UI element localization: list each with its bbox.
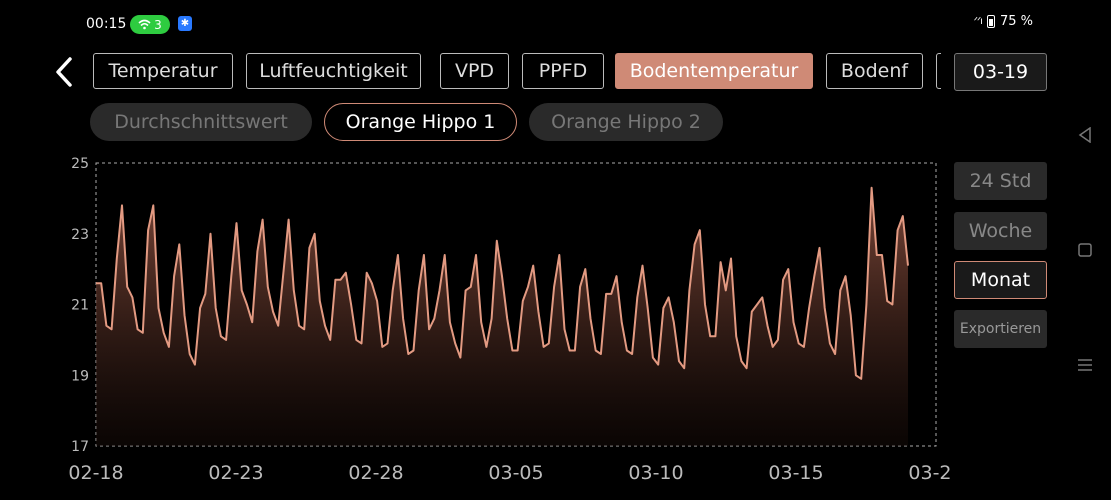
right-status: ᐟᐟı 75 %: [974, 14, 1033, 29]
nav-back-button[interactable]: [1072, 122, 1098, 148]
date-picker-button[interactable]: 03-19: [954, 53, 1047, 91]
tab-luftfeuchtigkeit[interactable]: Luftfeuchtigkeit: [246, 53, 421, 89]
sensor-orange-hippo-1[interactable]: Orange Hippo 1: [324, 103, 517, 141]
tab-next-partial[interactable]: [936, 53, 941, 89]
tab-vpd[interactable]: VPD: [440, 53, 509, 89]
back-button[interactable]: [48, 54, 80, 90]
status-bar: 00:15 3 ✱ ᐟᐟı 75 %: [0, 0, 1111, 48]
tab-temperatur[interactable]: Temperatur: [93, 53, 233, 89]
soil-temperature-chart: 25 23 21 19 17 02-18 02-23 02-28 03-05 03-10 03-1…: [68, 156, 950, 484]
x-axis-ticks: 02-18 02-23 02-28 03-05 03-10 03-15 03-20: [68, 462, 950, 484]
nav-home-button[interactable]: [1072, 237, 1098, 263]
status-time: 00:15: [86, 16, 127, 32]
x-tick-label: 02-23: [208, 462, 263, 484]
export-button[interactable]: Exportieren: [954, 310, 1047, 348]
tab-bodenfeuchtigkeit[interactable]: Bodenf: [826, 53, 923, 89]
chevron-left-icon: [56, 57, 72, 87]
hotspot-badge: 3: [130, 15, 170, 34]
metric-tabs: Temperatur Luftfeuchtigkeit VPD PPFD Bod…: [93, 53, 941, 91]
nav-menu-button[interactable]: [1072, 352, 1098, 378]
battery-level: 75 %: [999, 14, 1033, 29]
menu-icon: [1078, 359, 1092, 371]
hotspot-count: 3: [154, 17, 162, 32]
tab-bodentemperatur[interactable]: Bodentemperatur: [615, 53, 813, 89]
battery-icon: [986, 15, 995, 28]
signal-icon: ᐟᐟı: [973, 16, 983, 27]
x-tick-label: 03-20: [908, 462, 950, 484]
y-axis-ticks: 25 23 21 19 17: [71, 156, 89, 455]
y-tick-label: 17: [71, 439, 89, 455]
range-24h-button[interactable]: 24 Std: [954, 162, 1047, 200]
square-icon: [1078, 243, 1092, 257]
bluetooth-icon: ✱: [178, 16, 192, 31]
x-tick-label: 02-28: [348, 462, 403, 484]
wifi-icon: [138, 19, 151, 30]
system-nav-bar: [1072, 120, 1098, 380]
x-tick-label: 02-18: [68, 462, 123, 484]
y-tick-label: 23: [71, 227, 89, 243]
tab-ppfd[interactable]: PPFD: [522, 53, 604, 89]
x-tick-label: 03-15: [768, 462, 823, 484]
range-month-button[interactable]: Monat: [954, 261, 1047, 299]
y-tick-label: 25: [71, 156, 89, 172]
triangle-left-icon: [1078, 127, 1091, 143]
sensor-orange-hippo-2[interactable]: Orange Hippo 2: [529, 103, 723, 141]
x-tick-label: 03-05: [488, 462, 543, 484]
y-tick-label: 19: [71, 368, 89, 384]
x-tick-label: 03-10: [628, 462, 683, 484]
y-tick-label: 21: [71, 298, 89, 314]
range-week-button[interactable]: Woche: [954, 212, 1047, 250]
sensor-durchschnittswert[interactable]: Durchschnittswert: [90, 103, 312, 141]
